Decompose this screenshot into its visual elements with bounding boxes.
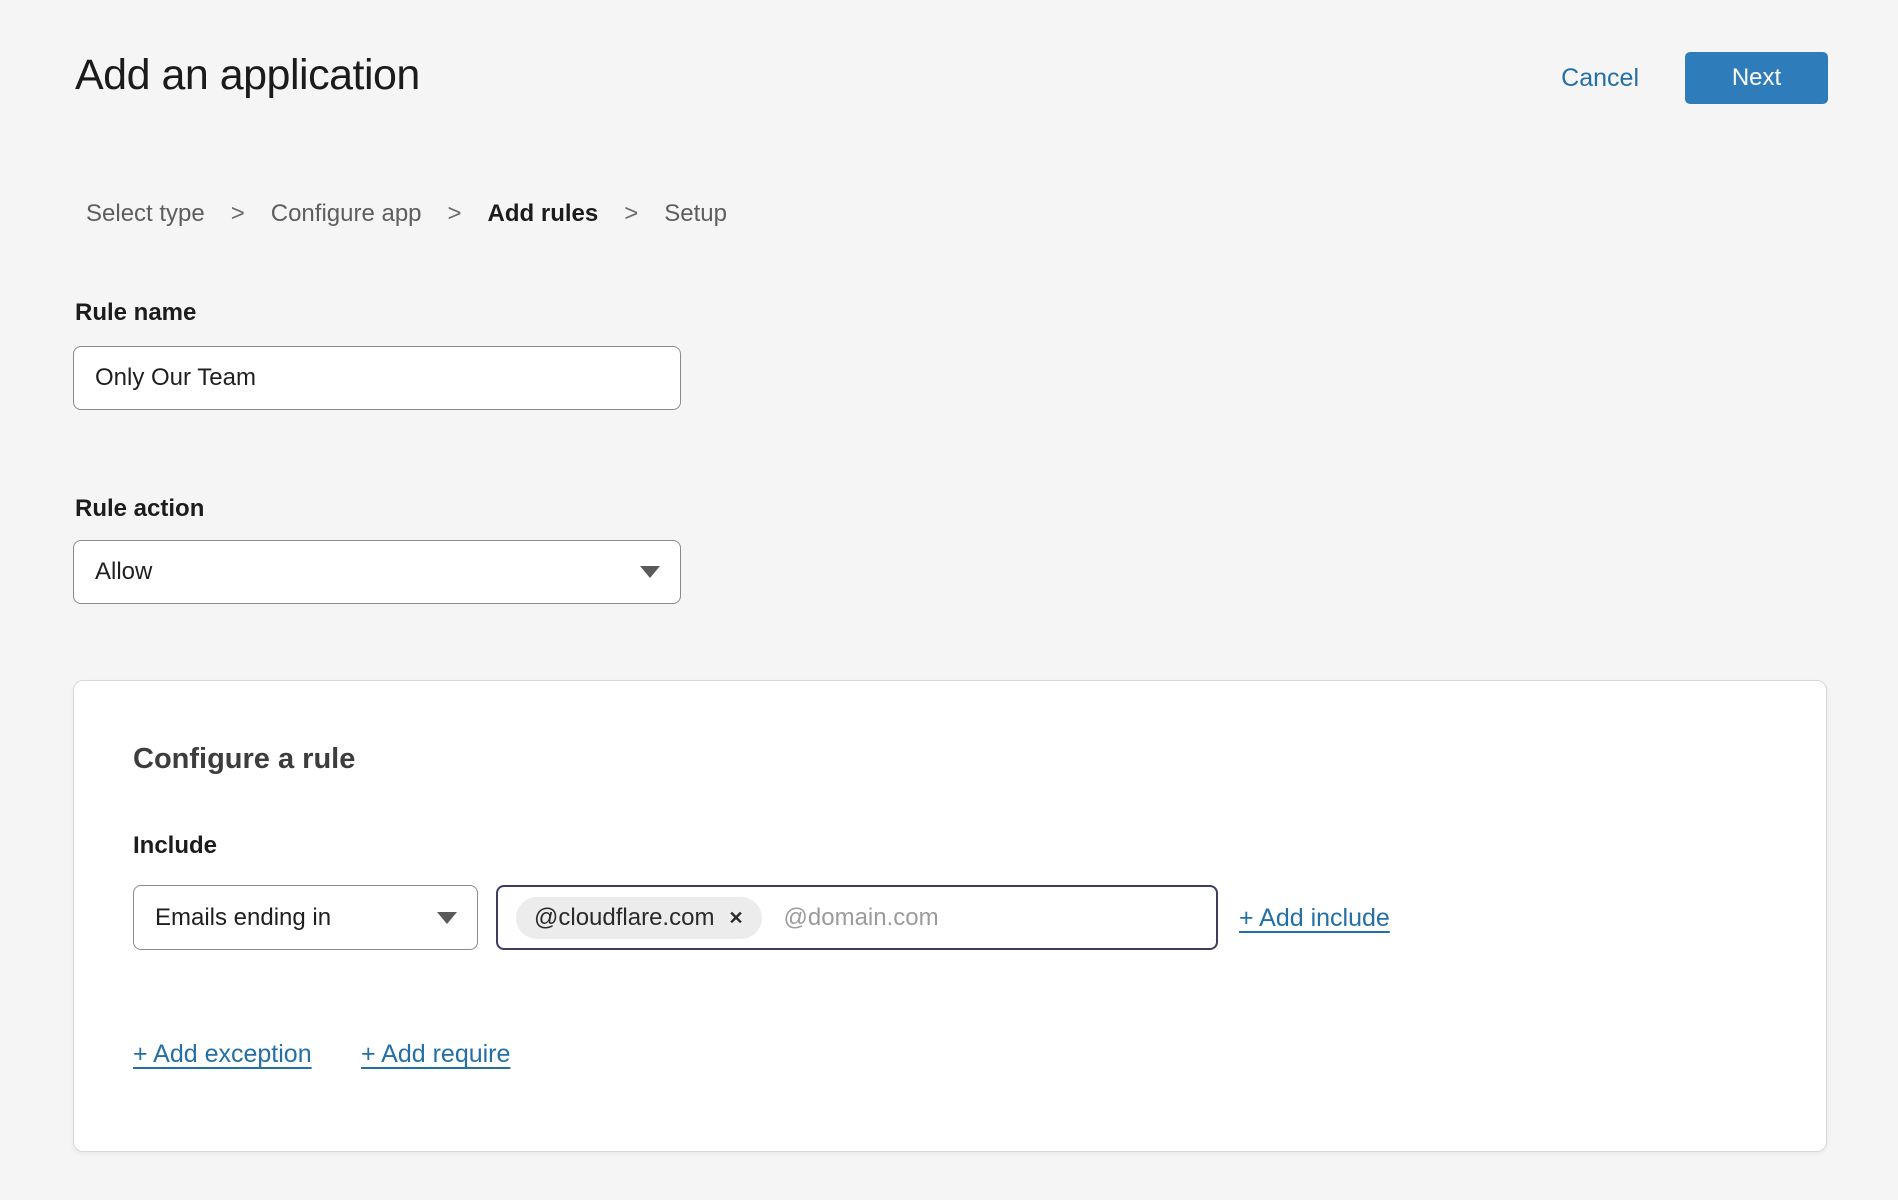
rule-name-input[interactable] [73,346,681,410]
page-title: Add an application [75,46,420,104]
remove-chip-icon[interactable]: ✕ [728,909,743,927]
chevron-down-icon [640,566,660,578]
email-domain-chip-label: @cloudflare.com [534,904,714,932]
breadcrumb-separator: > [448,199,462,229]
breadcrumb-separator: > [624,199,638,229]
cancel-button[interactable]: Cancel [1561,64,1639,93]
rule-action-value: Allow [95,558,152,586]
add-include-link[interactable]: + Add include [1239,903,1390,933]
email-domains-tag-input[interactable]: @cloudflare.com ✕ [496,885,1218,950]
add-application-page: Add an application Cancel Next Select ty… [0,0,1898,1200]
configure-rule-card: Configure a rule Include Emails ending i… [73,680,1827,1152]
breadcrumb-separator: > [231,199,245,229]
include-label: Include [133,831,217,861]
card-title: Configure a rule [133,741,355,777]
add-exception-link[interactable]: + Add exception [133,1039,312,1069]
rule-action-label: Rule action [75,494,204,524]
chevron-down-icon [437,912,457,924]
breadcrumb-add-rules[interactable]: Add rules [488,199,599,229]
breadcrumb-setup[interactable]: Setup [664,199,727,229]
breadcrumb-select-type[interactable]: Select type [86,199,205,229]
add-require-link[interactable]: + Add require [361,1039,510,1069]
domain-input[interactable] [784,898,1202,938]
email-domain-chip: @cloudflare.com ✕ [516,897,762,939]
include-selector-value: Emails ending in [155,904,331,932]
breadcrumb-configure-app[interactable]: Configure app [271,199,422,229]
rule-action-select[interactable]: Allow [73,540,681,604]
next-button[interactable]: Next [1685,52,1828,104]
include-selector[interactable]: Emails ending in [133,885,478,950]
header-actions: Cancel Next [1561,52,1828,104]
breadcrumb: Select type > Configure app > Add rules … [86,199,727,229]
rule-name-label: Rule name [75,298,196,328]
